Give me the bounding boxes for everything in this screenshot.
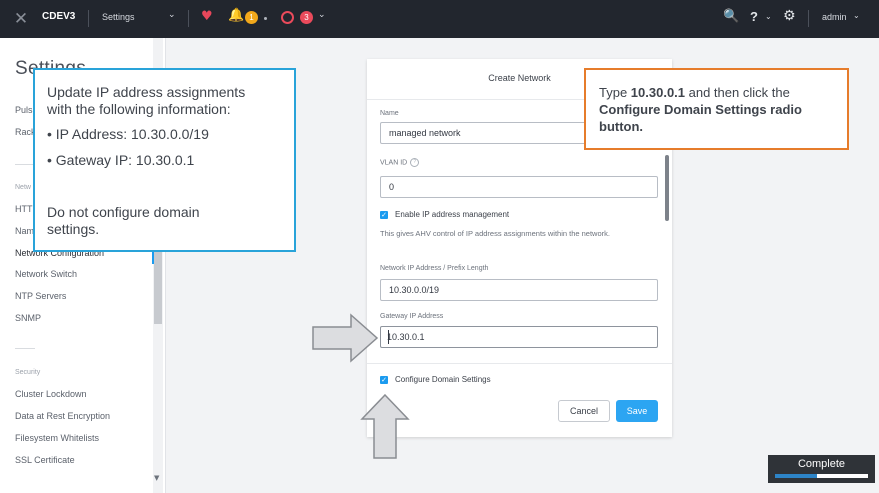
gateway-ip-value: 10.30.0.1 [387,332,425,342]
chevron-down-icon[interactable]: ⌄ [168,10,176,20]
callout-bullet-gateway: • Gateway IP: 10.30.0.1 [47,152,195,168]
callout-line: with the following information: [47,101,231,117]
alert-count-badge[interactable]: 1 [245,11,258,24]
prefix-label: Network IP Address / Prefix Length [380,265,489,272]
divider [15,164,35,165]
right-arrow-icon [312,313,379,363]
step-instruction: Type 10.30.0.1 and then click the Config… [599,84,839,135]
instruction-callout: Update IP address assignments with the f… [33,68,296,252]
chevron-down-icon[interactable]: ⌄ [318,10,326,20]
progress-label: Complete [797,458,846,470]
sidebar-item-cluster-lockdown[interactable]: Cluster Lockdown [15,389,87,399]
name-label: Name [380,110,399,117]
top-navigation-bar: ✕ CDEV3 Settings ⌄ ♥ 🔔 1 3 ⌄ 🔍 ? ⌄ ⚙ adm… [0,0,879,38]
alert-bell-icon[interactable]: 🔔 [228,8,244,23]
step-callout: Type 10.30.0.1 and then click the Config… [584,68,849,150]
gateway-ip-field[interactable]: 10.30.0.1 [380,326,658,348]
network-prefix-field[interactable]: 10.30.0.0/19 [380,279,658,301]
critical-ring-icon[interactable] [281,11,294,24]
sidebar-item-network-switch[interactable]: Network Switch [15,269,77,279]
network-name-value: managed network [389,128,461,138]
sidebar-section-network: Netw [15,184,31,191]
save-button[interactable]: Save [616,400,658,422]
scroll-down-arrow-icon[interactable]: ▼ [154,474,159,482]
text-cursor [388,330,389,344]
step-value: 10.30.0.1 [630,85,686,100]
sidebar-section-security: Security [15,369,41,376]
divider [188,10,189,27]
sidebar-item-ssl-certificate[interactable]: SSL Certificate [15,455,75,465]
cancel-button[interactable]: Cancel [558,400,610,422]
progress-fill [775,474,817,478]
gear-icon[interactable]: ⚙ [783,8,796,24]
vlan-id-field[interactable]: 0 [380,176,658,198]
up-arrow-icon [360,393,410,459]
step-text: and then click the [685,85,790,100]
sidebar-item-http-proxy[interactable]: HTT [15,204,33,214]
dialog-scrollbar-thumb[interactable] [665,155,669,221]
main-menu-label[interactable]: Settings [102,12,135,22]
divider [808,10,809,27]
step-target: Configure Domain Settings radio button. [599,102,802,134]
vlan-label-text: VLAN ID [380,159,408,167]
nutanix-logo-icon[interactable]: ✕ [12,10,30,28]
configure-domain-label[interactable]: Configure Domain Settings [395,375,491,384]
callout-note: Do not configure domain [47,204,200,220]
step-text: Type [599,85,631,100]
gateway-label: Gateway IP Address [380,313,444,320]
divider [15,348,35,349]
sidebar-item-snmp[interactable]: SNMP [15,313,41,323]
ipam-checkbox[interactable]: ✓ [380,211,388,219]
sidebar-item-pulse[interactable]: Puls [15,105,33,115]
search-icon[interactable]: 🔍 [723,9,739,24]
status-dot [264,17,267,20]
user-menu[interactable]: admin [822,12,847,22]
chevron-down-icon[interactable]: ⌄ [853,11,860,20]
ipam-label[interactable]: Enable IP address management [395,210,509,219]
network-prefix-value: 10.30.0.0/19 [389,285,440,295]
sidebar-item-data-at-rest-encryption[interactable]: Data at Rest Encryption [15,411,110,421]
sidebar-scrollbar-thumb[interactable] [154,244,162,324]
configure-domain-checkbox[interactable]: ✓ [380,376,388,384]
ipam-description: This gives AHV control of IP address ass… [380,229,610,238]
callout-line: Update IP address assignments [47,84,246,100]
vlan-id-value: 0 [389,182,395,192]
sidebar-item-name-servers[interactable]: Nam [15,226,34,236]
completion-progress: Complete [768,455,875,483]
chevron-down-icon[interactable]: ⌄ [765,12,772,21]
callout-note: settings. [47,221,100,237]
critical-count-badge[interactable]: 3 [300,11,313,24]
vlan-label: VLAN ID? [380,158,420,167]
help-icon[interactable]: ? [410,158,420,167]
sidebar-item-ntp-servers[interactable]: NTP Servers [15,291,66,301]
divider [367,363,672,364]
health-heart-icon[interactable]: ♥ [201,9,213,24]
callout-bullet-ip: • IP Address: 10.30.0.0/19 [47,126,209,142]
sidebar-item-filesystem-whitelists[interactable]: Filesystem Whitelists [15,433,99,443]
divider [88,10,89,27]
cluster-name[interactable]: CDEV3 [42,11,75,22]
help-icon[interactable]: ? [750,9,758,24]
